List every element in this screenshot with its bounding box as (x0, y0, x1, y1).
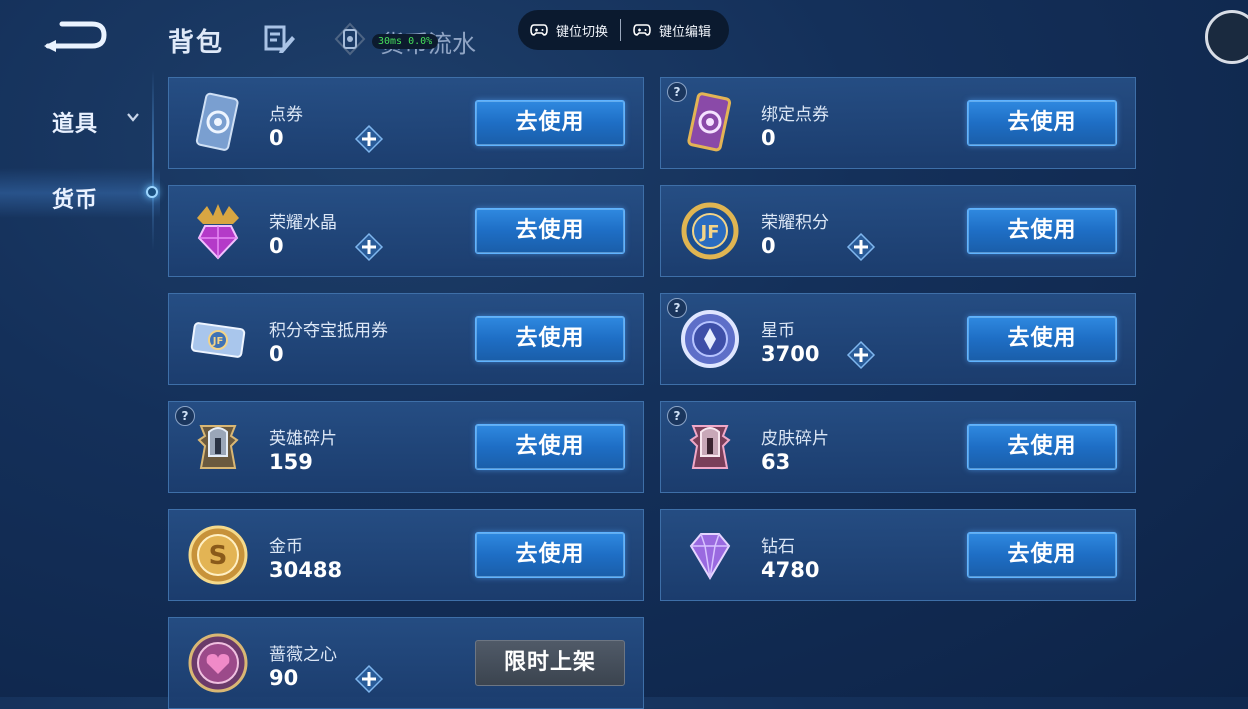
use-button[interactable]: 去使用 (967, 532, 1117, 578)
currency-value: 0 (761, 234, 776, 258)
currency-name: 绑定点券 (761, 105, 829, 125)
currency-name: 皮肤碎片 (761, 429, 829, 449)
currency-value: 3700 (761, 342, 820, 366)
add-icon[interactable] (846, 340, 876, 370)
currency-tab-icon[interactable] (334, 22, 366, 56)
use-button[interactable]: 去使用 (475, 316, 625, 362)
rose-heart-icon (188, 633, 248, 693)
currency-card-diamond: 钻石 4780 去使用 (660, 509, 1136, 601)
currency-name: 蔷薇之心 (269, 645, 337, 665)
currency-card-skin-fragment: ? 皮肤碎片 63 去使用 (660, 401, 1136, 493)
use-button[interactable]: 去使用 (967, 424, 1117, 470)
currency-value: 4780 (761, 558, 820, 582)
currency-value: 90 (269, 666, 299, 690)
currency-name: 点券 (269, 105, 303, 125)
currency-card-rose-heart: 蔷薇之心 90 限时上架 (168, 617, 644, 709)
currency-grid: 点券 0 去使用 ? 绑定点券 0 去使用 荣耀水晶 0 去使用 JF 荣耀积分… (168, 77, 1138, 709)
currency-card-star-coin: ? 星币 3700 去使用 (660, 293, 1136, 385)
add-icon[interactable] (354, 232, 384, 262)
svg-text:S: S (209, 541, 228, 571)
use-button[interactable]: 去使用 (967, 100, 1117, 146)
keymap-edit-label: 键位编辑 (659, 24, 712, 40)
use-button[interactable]: 去使用 (475, 532, 625, 578)
add-icon[interactable] (846, 232, 876, 262)
page-title: 背包 (168, 28, 225, 58)
keymap-edit-button[interactable]: 键位编辑 (621, 10, 723, 50)
currency-name: 金币 (269, 537, 303, 557)
glory-crystal-icon (197, 204, 239, 260)
currency-name: 英雄碎片 (269, 429, 337, 449)
sidebar-item-items[interactable]: 道具 (0, 92, 160, 142)
keymap-switch-button[interactable]: 键位切换 (518, 10, 620, 50)
active-indicator-dot (146, 186, 158, 198)
currency-value: 63 (761, 450, 791, 474)
add-icon[interactable] (354, 664, 384, 694)
diamond-icon (689, 533, 731, 580)
use-button[interactable]: 去使用 (967, 208, 1117, 254)
svg-text:JF: JF (212, 336, 224, 347)
currency-card-gold-coin: S 金币 30488 去使用 (168, 509, 644, 601)
currency-name: 积分夺宝抵用券 (269, 321, 388, 341)
svg-text:JF: JF (699, 222, 720, 243)
skin-fragment-icon (689, 425, 731, 469)
currency-value: 0 (269, 342, 284, 366)
bound-coupon-icon (687, 92, 732, 152)
back-button[interactable] (40, 18, 110, 54)
currency-value: 0 (269, 234, 284, 258)
currency-value: 0 (761, 126, 776, 150)
top-bar: 背包 货币流水 30ms 0.0% 键位切换 (0, 0, 1248, 70)
currency-card-hero-fragment: ? 英雄碎片 159 去使用 (168, 401, 644, 493)
currency-card-coupon: 点券 0 去使用 (168, 77, 644, 169)
glory-points-icon: JF (681, 202, 739, 260)
currency-value: 30488 (269, 558, 343, 582)
currency-card-glory-points: JF 荣耀积分 0 去使用 (660, 185, 1136, 277)
keymap-switch-label: 键位切换 (556, 24, 609, 40)
treasure-voucher-icon: JF (190, 322, 246, 358)
add-icon[interactable] (354, 124, 384, 154)
use-button[interactable]: 去使用 (475, 424, 625, 470)
chevron-down-icon (127, 113, 139, 122)
currency-card-treasure-voucher: JF 积分夺宝抵用券 0 去使用 (168, 293, 644, 385)
perf-overlay: 30ms 0.0% (372, 34, 439, 49)
currency-name: 钻石 (761, 537, 795, 557)
use-button[interactable]: 去使用 (475, 208, 625, 254)
keymap-bar: 键位切换 键位编辑 (518, 10, 729, 50)
sidebar: 道具 货币 (0, 70, 160, 697)
sidebar-item-label: 货币 (52, 188, 99, 213)
gold-coin-icon: S (188, 525, 248, 585)
avatar[interactable] (1205, 10, 1248, 64)
gamepad-icon (633, 24, 651, 36)
use-button[interactable]: 去使用 (967, 316, 1117, 362)
use-button[interactable]: 去使用 (475, 100, 625, 146)
sidebar-item-label: 道具 (52, 112, 99, 137)
star-coin-icon (681, 310, 739, 368)
sidebar-item-currency[interactable]: 货币 (0, 168, 160, 218)
back-arrow-icon (44, 21, 107, 52)
gamepad-icon (530, 24, 548, 36)
hero-fragment-icon (197, 425, 239, 469)
currency-name: 星币 (761, 321, 795, 341)
edit-list-icon[interactable] (264, 24, 296, 54)
currency-name: 荣耀水晶 (269, 213, 337, 233)
coupon-ticket-icon (195, 92, 239, 151)
currency-card-bound-coupon: ? 绑定点券 0 去使用 (660, 77, 1136, 169)
currency-value: 159 (269, 450, 313, 474)
currency-name: 荣耀积分 (761, 213, 829, 233)
limited-time-button[interactable]: 限时上架 (475, 640, 625, 686)
currency-value: 0 (269, 126, 284, 150)
currency-card-glory-crystal: 荣耀水晶 0 去使用 (168, 185, 644, 277)
